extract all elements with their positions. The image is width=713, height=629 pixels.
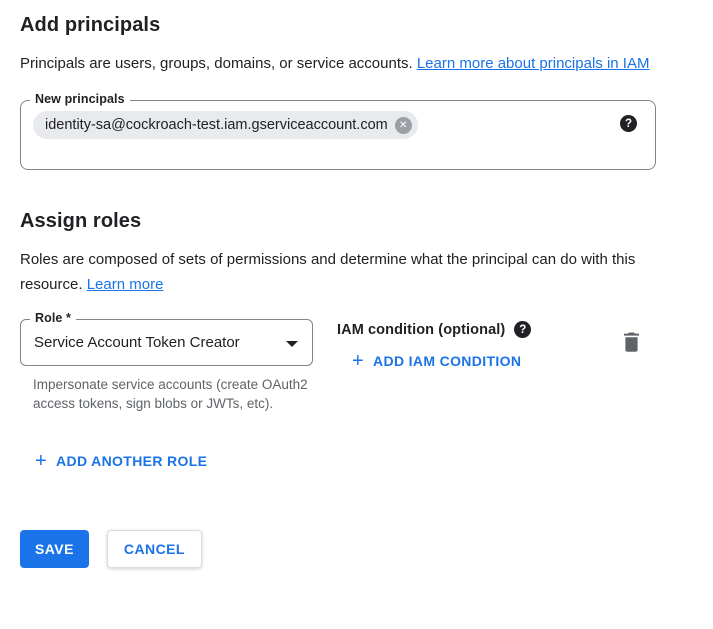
delete-role-column <box>623 319 640 357</box>
footer-actions: SAVE CANCEL <box>20 530 656 568</box>
iam-condition-label: IAM condition (optional) <box>337 322 505 338</box>
role-helper-text: Impersonate service accounts (create OAu… <box>33 375 317 413</box>
roles-description: Roles are composed of sets of permission… <box>20 247 656 297</box>
learn-more-principals-link[interactable]: Learn more about principals in IAM <box>417 55 650 72</box>
add-iam-condition-button[interactable]: + ADD IAM CONDITION <box>352 353 521 369</box>
chevron-down-icon <box>286 341 298 347</box>
role-select-label: Role * <box>30 311 76 325</box>
add-iam-condition-label: ADD IAM CONDITION <box>373 353 521 369</box>
iam-condition-column: IAM condition (optional) ? + ADD IAM CON… <box>337 319 623 372</box>
new-principals-label: New principals <box>30 92 130 106</box>
chip-remove-icon[interactable]: ✕ <box>395 117 412 134</box>
role-row: Role * Service Account Token Creator Imp… <box>20 319 656 413</box>
principal-chip: identity-sa@cockroach-test.iam.gservicea… <box>33 111 418 139</box>
role-selected-value: Service Account Token Creator <box>34 334 240 351</box>
new-principals-help-icon[interactable]: ? <box>620 115 637 132</box>
principals-description-text: Principals are users, groups, domains, o… <box>20 55 417 72</box>
page-title: Add principals <box>20 14 656 37</box>
add-principals-panel: Add principals Principals are users, gro… <box>20 14 656 568</box>
add-another-role-button[interactable]: + ADD ANOTHER ROLE <box>35 453 207 469</box>
principals-description: Principals are users, groups, domains, o… <box>20 51 656 76</box>
plus-icon: + <box>35 454 47 468</box>
add-another-role-label: ADD ANOTHER ROLE <box>56 453 207 469</box>
delete-role-button[interactable] <box>623 332 640 355</box>
save-button[interactable]: SAVE <box>20 530 89 568</box>
role-column: Role * Service Account Token Creator Imp… <box>20 319 313 413</box>
iam-condition-help-icon[interactable]: ? <box>514 321 531 338</box>
new-principals-field[interactable]: New principals identity-sa@cockroach-tes… <box>20 100 656 170</box>
iam-condition-header: IAM condition (optional) ? <box>337 321 623 338</box>
learn-more-roles-link[interactable]: Learn more <box>87 276 164 293</box>
cancel-button[interactable]: CANCEL <box>107 530 202 568</box>
plus-icon: + <box>352 354 364 368</box>
principal-chip-text: identity-sa@cockroach-test.iam.gservicea… <box>45 117 388 133</box>
trash-icon <box>623 340 640 355</box>
assign-roles-title: Assign roles <box>20 210 656 233</box>
role-select[interactable]: Role * Service Account Token Creator <box>20 319 313 366</box>
